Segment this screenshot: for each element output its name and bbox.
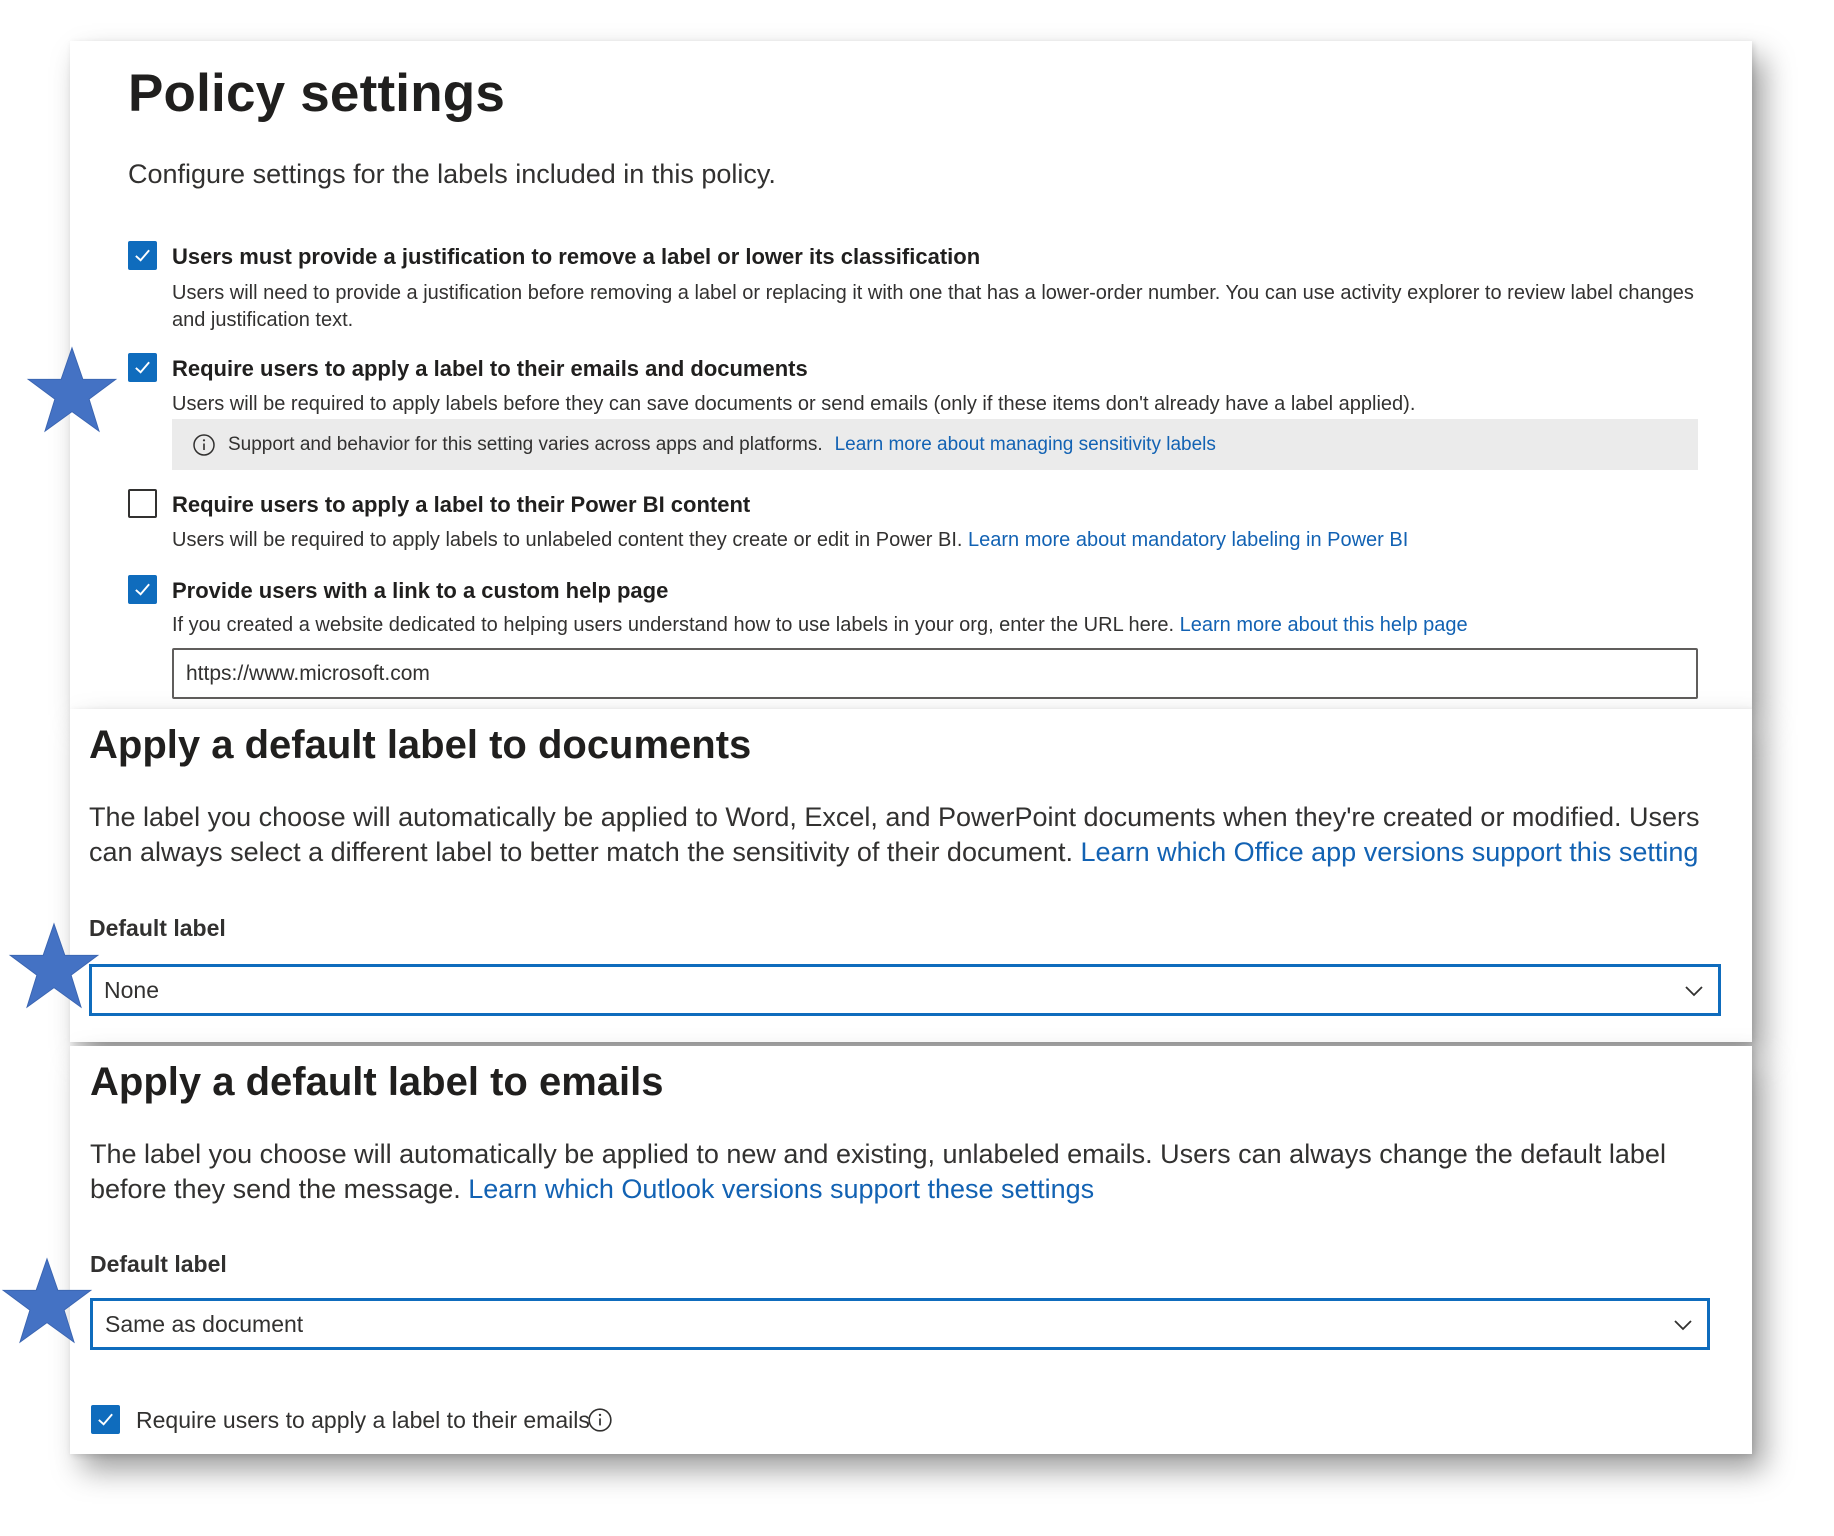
star-icon [8, 922, 100, 1009]
default-label-field-label: Default label [90, 1251, 227, 1277]
justification-checkbox[interactable] [128, 241, 157, 270]
section-title: Apply a default label to emails [90, 1060, 664, 1104]
chevron-down-icon [1685, 986, 1703, 997]
section-description: The label you choose will automatically … [90, 1137, 1735, 1207]
section-description: The label you choose will automatically … [89, 800, 1734, 870]
page-title: Policy settings [128, 64, 506, 123]
option-title: Users must provide a justification to re… [172, 244, 981, 269]
info-icon[interactable] [587, 1407, 613, 1433]
option-description: Users will be required to apply labels b… [172, 393, 1416, 415]
option-description-text: Users will be required to apply labels t… [172, 529, 963, 551]
checkmark-icon [98, 1413, 113, 1426]
option-description: Users will need to provide a justificati… [172, 282, 1694, 331]
require-label-checkbox[interactable] [128, 353, 157, 382]
star-icon [1, 1257, 93, 1344]
checkmark-icon [135, 361, 150, 374]
star-icon [26, 346, 118, 433]
help-page-link[interactable]: Learn more about this help page [1180, 614, 1468, 636]
require-email-label-checkbox[interactable] [91, 1405, 120, 1434]
info-icon [193, 433, 215, 456]
section-title: Apply a default label to documents [89, 723, 752, 767]
power-bi-checkbox[interactable] [128, 489, 157, 518]
option-title: Require users to apply a label to their … [172, 356, 808, 381]
option-title: Require users to apply a label to their … [172, 492, 751, 517]
documents-default-label-dropdown[interactable]: None [89, 964, 1721, 1016]
documents-default-label-panel: Apply a default label to documents The l… [70, 709, 1752, 1042]
managing-sensitivity-labels-link[interactable]: Learn more about managing sensitivity la… [835, 434, 1216, 456]
option-description-text: If you created a website dedicated to he… [172, 614, 1175, 636]
default-label-field-label: Default label [89, 915, 226, 941]
checkmark-icon [135, 583, 150, 596]
info-text: Support and behavior for this setting va… [228, 433, 823, 455]
page-subtitle: Configure settings for the labels includ… [128, 159, 776, 189]
option-description: If you created a website dedicated to he… [172, 612, 1712, 639]
outlook-versions-link[interactable]: Learn which Outlook versions support the… [468, 1174, 1094, 1204]
chevron-down-icon [1674, 1320, 1692, 1331]
checkmark-icon [135, 249, 150, 262]
dropdown-value: Same as document [105, 1310, 304, 1337]
emails-default-label-panel: Apply a default label to emails The labe… [70, 1046, 1752, 1454]
emails-default-label-dropdown[interactable]: Same as document [90, 1298, 1710, 1350]
info-bar: Support and behavior for this setting va… [172, 419, 1698, 470]
help-page-url-input[interactable] [172, 648, 1698, 699]
require-email-label-text: Require users to apply a label to their … [136, 1407, 590, 1433]
custom-help-page-checkbox[interactable] [128, 575, 157, 604]
option-description: Users will be required to apply labels t… [172, 527, 1712, 554]
dropdown-value: None [104, 976, 159, 1003]
option-title: Provide users with a link to a custom he… [172, 578, 669, 603]
policy-settings-panel: Policy settings Configure settings for t… [70, 41, 1752, 709]
power-bi-labeling-link[interactable]: Learn more about mandatory labeling in P… [968, 529, 1408, 551]
office-app-versions-link[interactable]: Learn which Office app versions support … [1081, 837, 1699, 867]
